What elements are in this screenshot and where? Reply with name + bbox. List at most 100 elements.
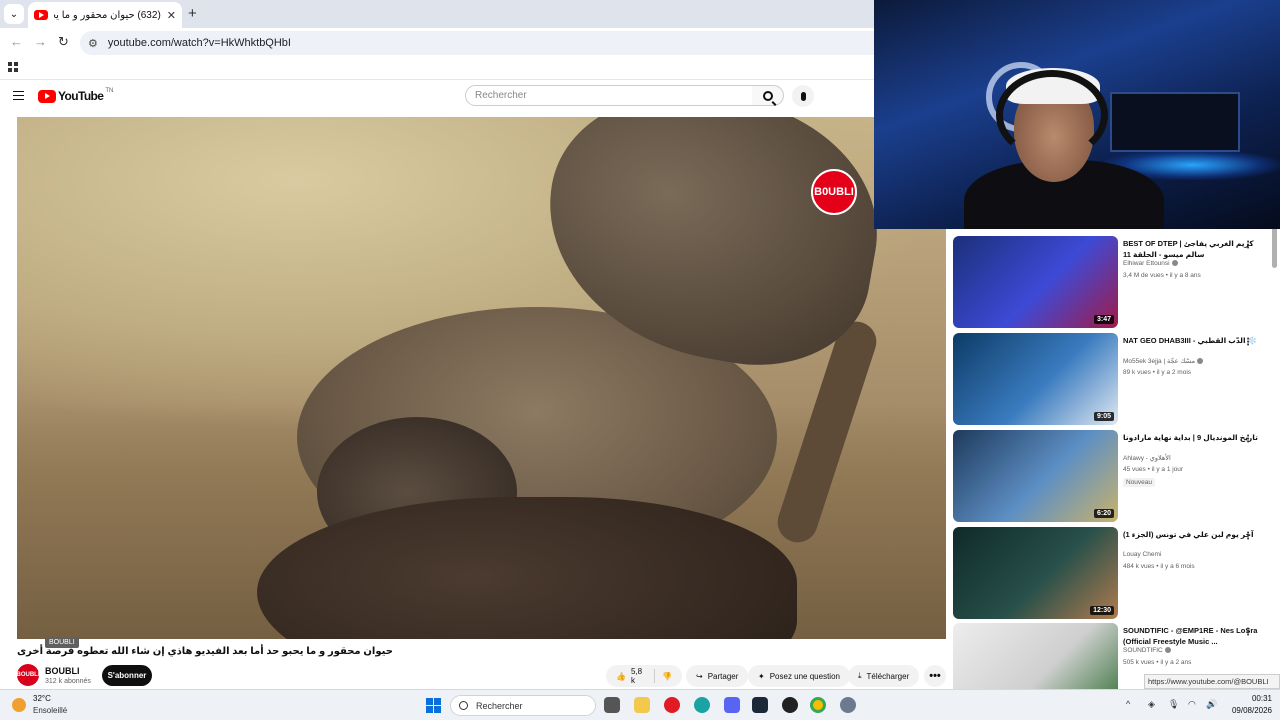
sidebar-scrollbar[interactable] (1272, 226, 1277, 268)
channel-avatar[interactable]: BOUBLI (17, 664, 40, 686)
recommendation-channel[interactable]: Ahlawy - الأهلاوي (1123, 454, 1171, 462)
volume-icon[interactable]: 🔊 (1206, 699, 1217, 710)
new-badge: Nouveau (1123, 478, 1156, 487)
voice-search-button[interactable] (792, 85, 814, 107)
recommendation-title[interactable]: BEST OF DTEP | كريم الغربي يفاجئ سالم مي… (1123, 238, 1263, 260)
youtube-logo[interactable]: YouTube TN (38, 88, 113, 103)
like-icon[interactable]: 👍 (616, 672, 626, 681)
more-actions-button[interactable]: ••• (924, 665, 946, 687)
share-label: Partager (707, 671, 739, 681)
new-tab-button[interactable]: + (188, 5, 197, 22)
sparkle-icon: ✦ (758, 671, 765, 681)
forward-button[interactable]: → (34, 34, 47, 49)
more-options-icon[interactable]: ⋮ (1243, 627, 1253, 638)
ask-button[interactable]: ✦ Posez une question (748, 665, 850, 687)
recommendation-thumbnail[interactable]: 9:05 (953, 333, 1118, 425)
discord-icon[interactable] (724, 697, 740, 713)
microphone-tray-icon[interactable]: 🎙 (1168, 699, 1179, 710)
youtube-favicon-icon (34, 10, 48, 20)
edge-icon[interactable] (694, 697, 710, 713)
download-button[interactable]: ⤓ Télécharger (848, 665, 920, 687)
tab-search-button[interactable]: ⌄ (4, 4, 24, 24)
dislike-icon[interactable]: 👎 (662, 672, 672, 681)
apps-grid-icon[interactable] (8, 62, 18, 72)
recommendation-title[interactable]: تاريخ المونديال 9 | بداية نهاية مارادونا (1123, 432, 1263, 443)
search-icon (762, 90, 773, 101)
recommendation-channel-name: Elhiwar Ettounsi (1123, 260, 1170, 267)
opera-icon[interactable] (664, 697, 680, 713)
more-options-icon[interactable]: ⋮ (1243, 531, 1253, 542)
reload-button[interactable]: ↻ (58, 34, 69, 50)
weather-temperature[interactable]: 32°C (33, 694, 51, 703)
recommendation-channel[interactable]: Mo55ek 3ejja | مسّك عجّة (1123, 357, 1204, 365)
chrome-icon[interactable] (810, 697, 826, 713)
status-url: https://www.youtube.com/@BOUBLI (1144, 674, 1280, 689)
recommendation-title[interactable]: آخر يوم لبن علي في تونس (الجزء 1) (1123, 529, 1263, 540)
webcam-headset (996, 70, 1108, 160)
recommendation-title[interactable]: NAT GEO DHAB3III - الدّب القطبي ❄️ (1123, 335, 1263, 346)
weather-condition[interactable]: Ensoleillé (33, 706, 67, 715)
site-info-icon[interactable]: ⚙ (88, 37, 98, 50)
video-duration: 9:05 (1093, 412, 1114, 421)
recommendation-channel-name: Mo55ek 3ejja | مسّك عجّة (1123, 358, 1196, 365)
taskbar-search[interactable]: Rechercher (450, 695, 596, 716)
recommendation-item[interactable]: 3:47 BEST OF DTEP | كريم الغربي يفاجئ سال… (953, 236, 1279, 328)
more-options-icon[interactable]: ⋮ (1243, 337, 1253, 348)
video-player[interactable]: B0UBLI (17, 117, 946, 639)
search-button[interactable] (752, 85, 784, 106)
subscriber-count: 312 k abonnés (45, 678, 91, 685)
tab-strip: ⌄ (632) حيوان محقور و ما يحبو حد ✕ + (0, 0, 874, 28)
network-icon[interactable]: ◈ (1148, 699, 1155, 710)
taskbar: 32°C Ensoleillé Rechercher ^ ◈ 🎙 ◠ 🔊 00:… (0, 689, 1280, 720)
windows-start-icon[interactable] (426, 698, 441, 713)
recommendation-meta: 45 vues • il y a 1 jour (1123, 466, 1184, 473)
game-launcher-icon[interactable] (782, 697, 798, 713)
recommendation-item[interactable]: 12:30 آخر يوم لبن علي في تونس (الجزء 1) Lo… (953, 527, 1279, 619)
task-view-icon[interactable] (604, 697, 620, 713)
ask-label: Posez une question (769, 671, 840, 681)
download-label: Télécharger (866, 671, 910, 681)
youtube-logo-text: YouTube (58, 89, 104, 103)
webcam-overlay (874, 0, 1280, 229)
like-count[interactable]: 5,8 k (631, 667, 647, 685)
clock-date[interactable]: 09/08/2026 (1226, 706, 1272, 715)
recommendation-title[interactable]: SOUNDTIFIC - @EMP1RE - Nes LoSra (Offici… (1123, 625, 1263, 647)
recommendation-channel[interactable]: SOUNDTIFIC (1123, 647, 1171, 654)
recommendation-meta: 484 k vues • il y a 6 mois (1123, 563, 1195, 570)
recommendation-thumbnail[interactable]: 3:47 (953, 236, 1118, 328)
recommendation-channel[interactable]: Elhiwar Ettounsi (1123, 260, 1178, 267)
more-options-icon[interactable]: ⋮ (1243, 434, 1253, 445)
tab-title: (632) حيوان محقور و ما يحبو حد (54, 9, 161, 21)
wifi-icon[interactable]: ◠ (1188, 699, 1196, 710)
recommendation-thumbnail[interactable]: 12:30 (953, 527, 1118, 619)
share-icon: ↪ (696, 671, 703, 681)
close-tab-icon[interactable]: ✕ (167, 9, 176, 22)
recommendation-item[interactable]: 6:20 تاريخ المونديال 9 | بداية نهاية مارا… (953, 430, 1279, 522)
recommendation-thumbnail[interactable]: 6:20 (953, 430, 1118, 522)
settings-gear-icon[interactable] (840, 697, 856, 713)
tab-youtube[interactable]: (632) حيوان محقور و ما يحبو حد ✕ (28, 2, 182, 28)
address-text: youtube.com/watch?v=HkWhktbQHbI (107, 37, 291, 49)
video-duration: 6:20 (1093, 509, 1114, 518)
share-button[interactable]: ↪ Partager (686, 665, 749, 687)
channel-watermark[interactable]: B0UBLI (811, 169, 857, 215)
subscribe-button[interactable]: S'abonner (102, 665, 152, 686)
channel-name[interactable]: BOUBLI (45, 666, 80, 676)
recommendation-meta: 3,4 M de vues • il y a 8 ans (1123, 272, 1201, 279)
back-button[interactable]: ← (10, 34, 23, 49)
clock-time[interactable]: 00:31 (1226, 694, 1272, 703)
verified-icon (1171, 260, 1178, 267)
file-explorer-icon[interactable] (634, 697, 650, 713)
more-options-icon[interactable]: ⋮ (1243, 240, 1253, 251)
steam-icon[interactable] (752, 697, 768, 713)
tray-expand-icon[interactable]: ^ (1126, 699, 1130, 709)
recommendation-channel[interactable]: Louay Chemi (1123, 551, 1161, 558)
menu-icon[interactable] (13, 91, 24, 100)
address-bar[interactable]: ⚙ youtube.com/watch?v=HkWhktbQHbI (80, 31, 874, 55)
search-input[interactable]: Rechercher (465, 85, 753, 106)
sun-icon[interactable] (12, 698, 26, 712)
recommendation-meta: 505 k vues • il y a 2 ans (1123, 659, 1192, 666)
download-icon: ⤓ (858, 671, 862, 680)
recommendation-item[interactable]: 9:05 NAT GEO DHAB3III - الدّب القطبي ❄️ Mo… (953, 333, 1279, 425)
search-icon (459, 701, 468, 710)
